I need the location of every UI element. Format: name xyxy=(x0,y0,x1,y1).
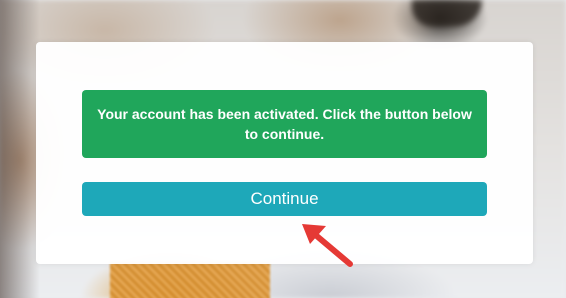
red-arrow-icon xyxy=(302,224,353,267)
background-photo-shadow xyxy=(0,0,40,298)
activation-card: Your account has been activated. Click t… xyxy=(36,42,533,264)
screenshot-frame: Your account has been activated. Click t… xyxy=(0,0,566,298)
continue-button[interactable]: Continue xyxy=(82,182,487,216)
activation-message-text: Your account has been activated. Click t… xyxy=(97,106,472,142)
background-photo-sweater xyxy=(110,262,270,298)
activation-success-message: Your account has been activated. Click t… xyxy=(82,90,487,158)
